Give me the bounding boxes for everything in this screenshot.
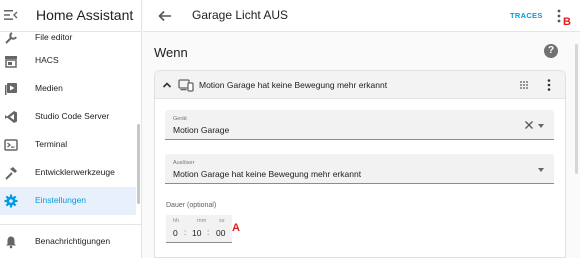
sidebar-item-hacs[interactable]: HACS	[0, 47, 136, 75]
more-vert-icon[interactable]	[544, 78, 554, 92]
dropdown-arrow-icon[interactable]	[538, 168, 544, 172]
duration-hours-field[interactable]: 0	[173, 228, 178, 238]
trigger-card-header[interactable]: Motion Garage hat keine Bewegung mehr er…	[155, 71, 565, 99]
trigger-select-label: Auslöser	[173, 160, 195, 166]
sidebar-item-label: HACS	[35, 55, 59, 65]
terminal-icon	[4, 139, 18, 151]
gear-icon	[4, 194, 18, 208]
media-icon	[5, 83, 17, 95]
sidebar-item-label: Medien	[35, 83, 63, 93]
annotation-marker-b: B	[563, 16, 571, 28]
sidebar-item-label: Entwicklerwerkzeuge	[35, 167, 115, 177]
store-icon	[5, 56, 17, 68]
duration-ss-label: ss	[219, 218, 225, 224]
duration-label: Dauer (optional)	[166, 202, 217, 209]
sidebar-item-benachrichtigungen[interactable]: Benachrichtigungen	[0, 228, 136, 256]
sidebar-item-label: Terminal	[35, 139, 68, 149]
sidebar-item-label: Benachrichtigungen	[35, 236, 111, 246]
sidebar-item-studio-code-server[interactable]: Studio Code Server	[0, 103, 136, 131]
sidebar-divider	[0, 224, 142, 225]
trigger-select-value: Motion Garage hat keine Bewegung mehr er…	[173, 169, 362, 179]
bell-icon	[6, 236, 16, 249]
top-bar: Garage Licht AUS TRACES B	[143, 0, 580, 32]
duration-mm-label: mm	[197, 218, 207, 224]
duration-input[interactable]: hh mm ss 0 : 10 : 00	[166, 215, 232, 243]
device-select[interactable]: Gerät Motion Garage	[165, 110, 554, 140]
sidebar-item-entwicklerwerkzeuge[interactable]: Entwicklerwerkzeuge	[0, 159, 136, 187]
duration-hh-label: hh	[173, 218, 180, 224]
sidebar-item-label: Einstellungen	[35, 195, 87, 205]
sidebar-item-label: File editor	[35, 32, 73, 42]
app-title: Home Assistant	[36, 7, 134, 23]
traces-button[interactable]: TRACES	[510, 11, 543, 20]
device-select-label: Gerät	[173, 116, 187, 122]
section-title-wenn: Wenn	[154, 45, 188, 60]
duration-separator: :	[184, 228, 187, 237]
sidebar-item-label: Studio Code Server	[35, 111, 110, 121]
sidebar-item-medien[interactable]: Medien	[0, 75, 136, 103]
device-select-value: Motion Garage	[173, 125, 230, 135]
duration-separator: :	[207, 228, 210, 237]
page-title: Garage Licht AUS	[192, 8, 289, 22]
menu-collapse-icon[interactable]	[4, 8, 18, 22]
chevron-up-icon[interactable]	[161, 79, 173, 91]
sidebar-item-einstellungen[interactable]: Einstellungen	[0, 187, 136, 215]
dropdown-arrow-icon[interactable]	[538, 124, 544, 128]
main-scrollbar[interactable]	[575, 44, 578, 174]
clear-icon[interactable]	[524, 120, 534, 130]
drag-handle-icon[interactable]	[518, 79, 530, 91]
trigger-card-title: Motion Garage hat keine Bewegung mehr er…	[199, 80, 388, 90]
wrench-icon	[5, 32, 17, 44]
duration-minutes-field[interactable]: 10	[192, 228, 201, 238]
devices-icon	[178, 79, 194, 92]
hammer-icon	[5, 167, 17, 180]
trigger-select[interactable]: Auslöser Motion Garage hat keine Bewegun…	[165, 154, 554, 184]
duration-seconds-field[interactable]: 00	[216, 228, 225, 238]
sidebar: Home Assistant File editor HACS Medien S…	[0, 0, 142, 258]
sidebar-item-terminal[interactable]: Terminal	[0, 131, 136, 159]
back-arrow-icon[interactable]	[157, 8, 173, 24]
annotation-marker-a: A	[232, 222, 240, 234]
help-icon[interactable]: ?	[544, 44, 558, 58]
sidebar-scrollbar[interactable]	[137, 124, 140, 204]
vscode-icon	[5, 111, 17, 123]
